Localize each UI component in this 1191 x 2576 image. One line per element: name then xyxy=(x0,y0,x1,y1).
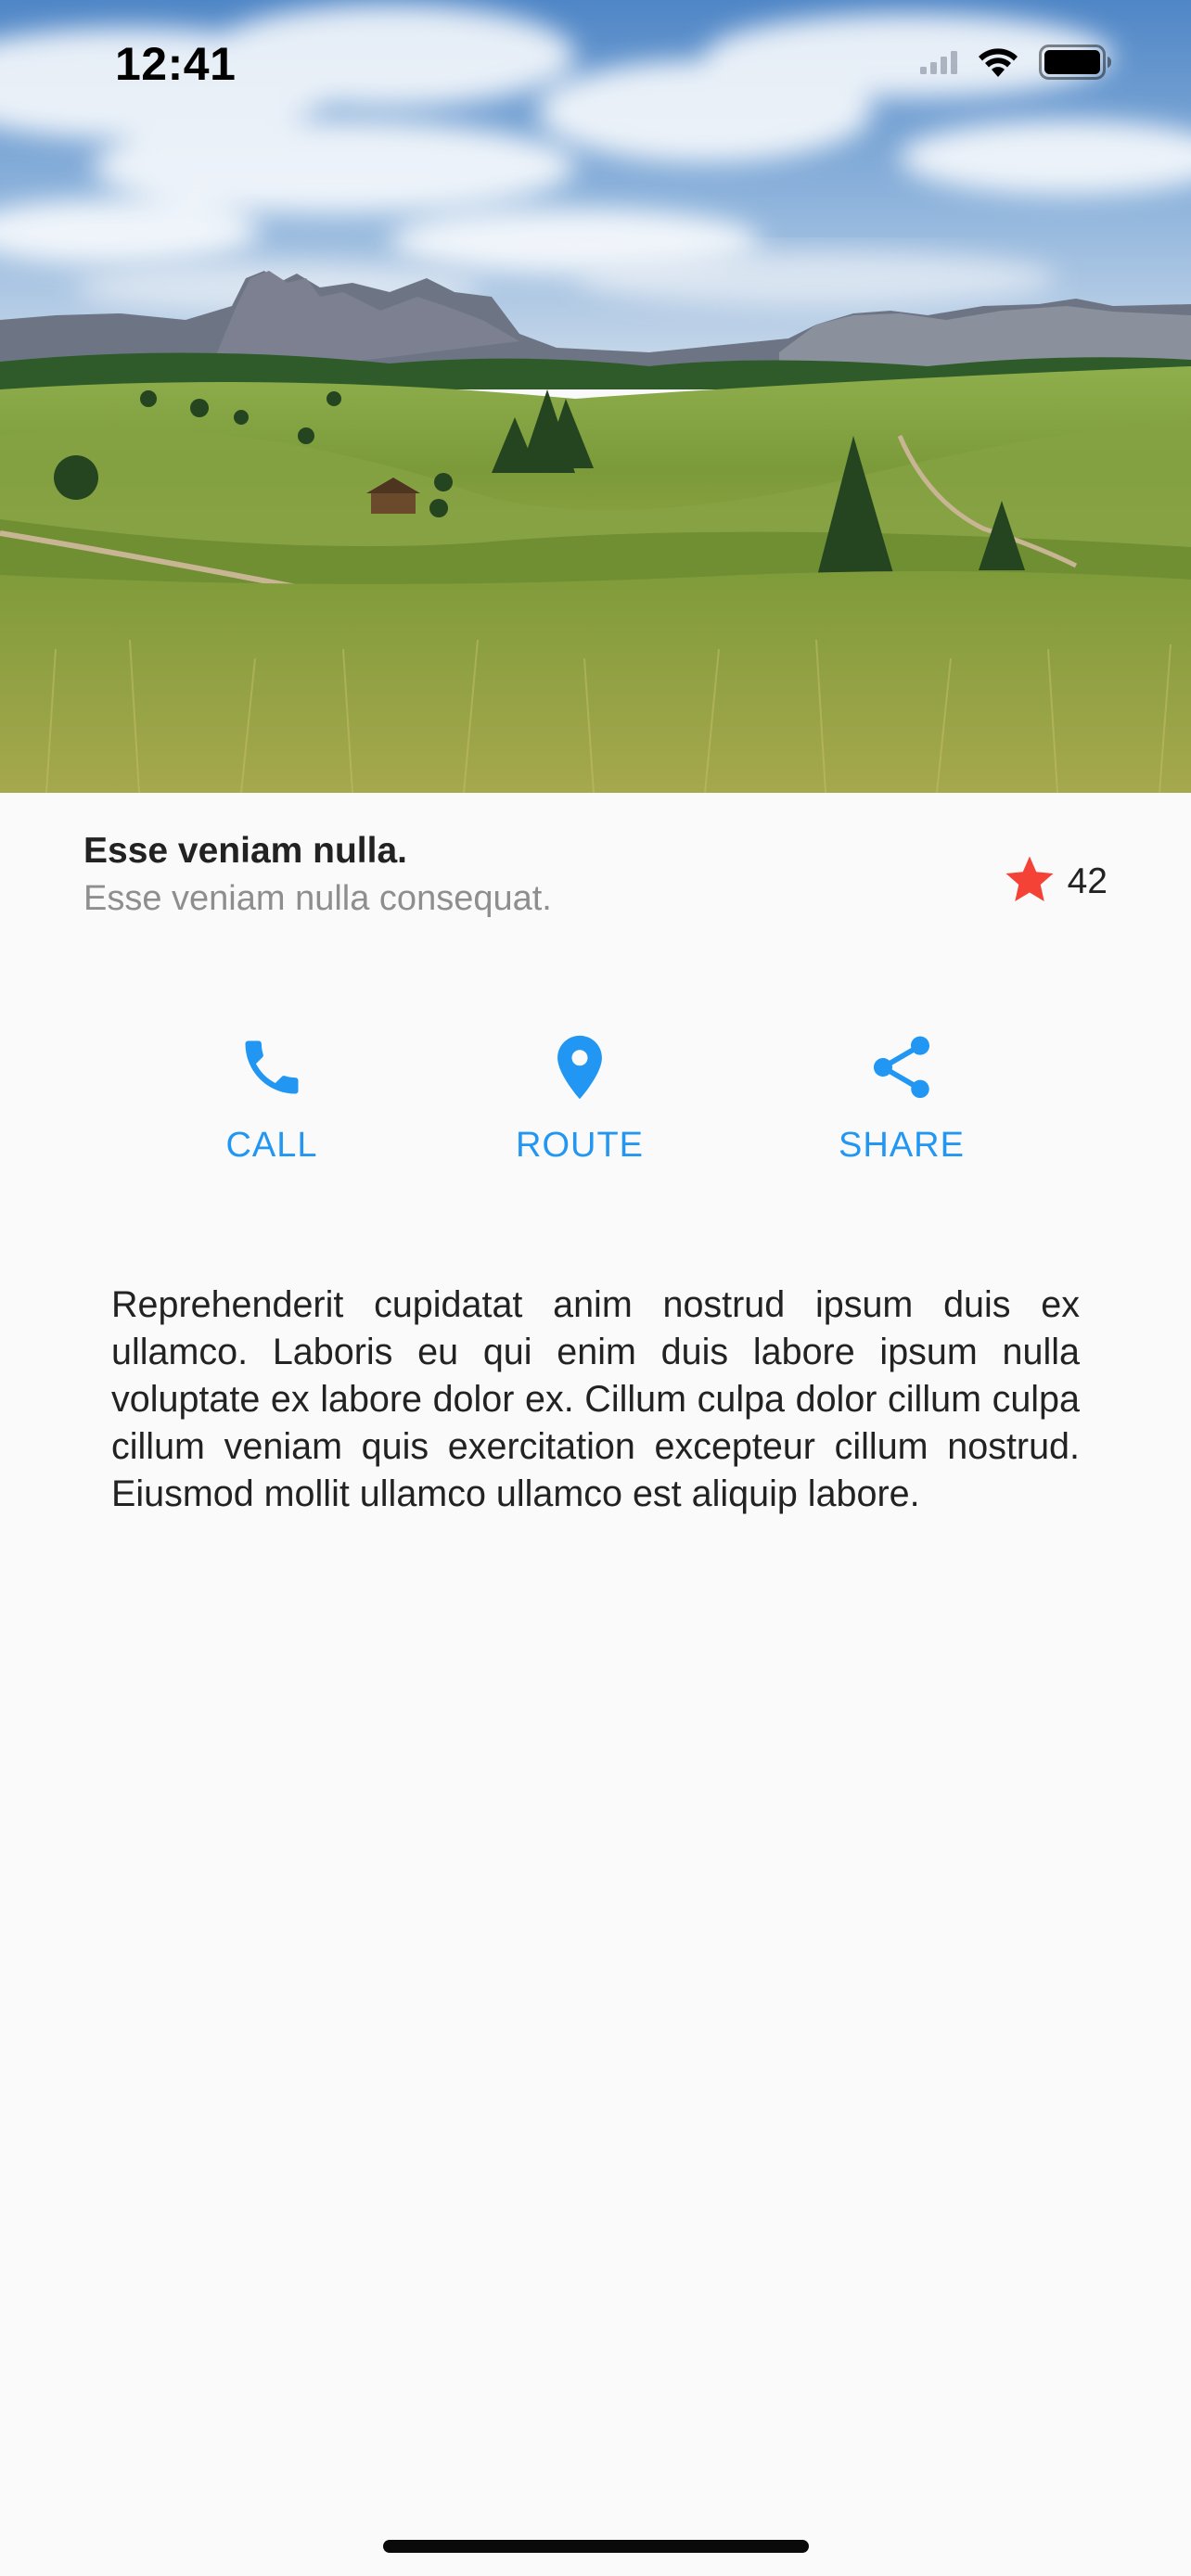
wifi-icon xyxy=(976,45,1020,83)
share-icon xyxy=(864,1029,939,1105)
home-indicator[interactable] xyxy=(383,2540,809,2553)
signal-icon xyxy=(920,50,957,79)
status-icons xyxy=(920,45,1113,84)
screen: 12:41 Esse veniam nulla. Esse veniam nul… xyxy=(0,0,1191,2576)
call-button[interactable]: CALL xyxy=(160,1029,383,1168)
status-time: 12:41 xyxy=(115,38,237,90)
status-bar: 12:41 xyxy=(0,0,1191,130)
description-text: Reprehenderit cupidatat anim nostrud ips… xyxy=(111,1284,1080,1514)
star-icon[interactable] xyxy=(1001,851,1058,912)
place-subtitle: Esse veniam nulla consequat. xyxy=(83,879,552,918)
place-title: Esse veniam nulla. xyxy=(83,831,408,871)
location-pin-icon xyxy=(542,1029,618,1105)
rating-count: 42 xyxy=(1067,861,1108,901)
share-button[interactable]: SHARE xyxy=(790,1029,1013,1168)
route-button[interactable]: ROUTE xyxy=(468,1029,691,1168)
battery-icon xyxy=(1039,45,1113,84)
favorite-rating[interactable]: 42 xyxy=(1001,851,1108,912)
route-label: ROUTE xyxy=(516,1126,644,1165)
call-label: CALL xyxy=(225,1126,318,1165)
share-label: SHARE xyxy=(839,1126,965,1165)
phone-icon xyxy=(237,1029,307,1105)
title-section: Esse veniam nulla. Esse veniam nulla con… xyxy=(83,831,1108,933)
